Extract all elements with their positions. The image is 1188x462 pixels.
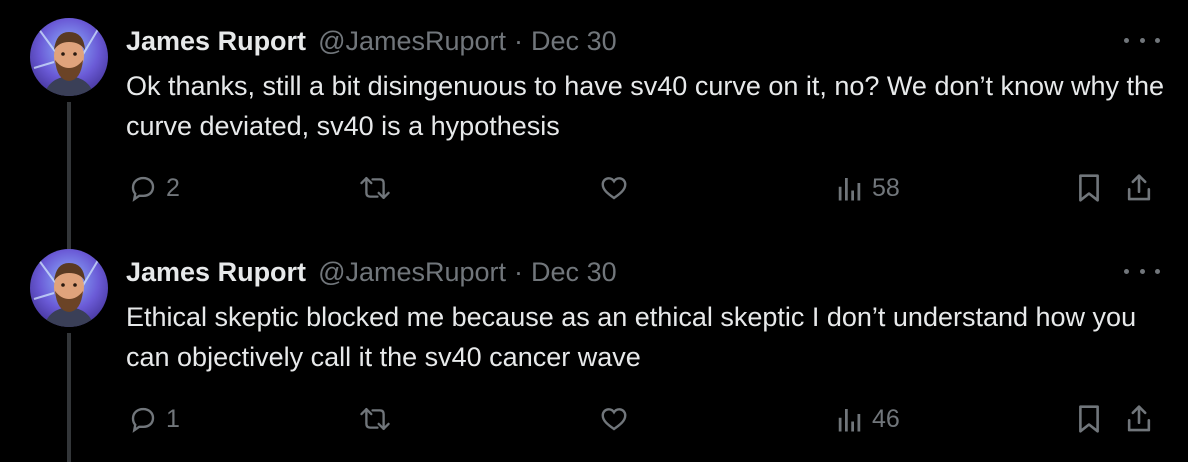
views-count: 46 (872, 404, 900, 433)
like-icon (601, 177, 627, 200)
thread-line (67, 102, 71, 231)
thread-line (67, 333, 71, 462)
action-bar: 2 58 (0, 168, 1188, 208)
separator: · (514, 256, 524, 287)
reply-count: 2 (166, 173, 180, 202)
tweet-text: Ethical skeptic blocked me because as an… (126, 302, 1137, 372)
like-button[interactable] (598, 168, 630, 208)
more-icon[interactable] (1124, 261, 1160, 281)
reply-icon (131, 407, 155, 433)
views-button[interactable]: 46 (836, 399, 900, 439)
tweet-header: James Ruport @JamesRuport · Dec 30 (126, 255, 617, 289)
bookmark-icon (1079, 174, 1099, 202)
bookmark-button[interactable] (1075, 399, 1103, 439)
avatar[interactable] (30, 249, 108, 327)
tweet[interactable]: James Ruport @JamesRuport · Dec 30 Ok th… (0, 0, 1188, 231)
views-icon (838, 178, 861, 201)
separator: · (514, 25, 524, 56)
tweet-header: James Ruport @JamesRuport · Dec 30 (126, 24, 617, 58)
more-icon[interactable] (1124, 30, 1160, 50)
retweet-button[interactable] (359, 168, 391, 208)
timestamp[interactable]: Dec 30 (531, 257, 617, 288)
thread-line (67, 231, 71, 251)
reply-button[interactable]: 2 (128, 168, 180, 208)
tweet-text: Ok thanks, still a bit disingenuous to h… (126, 71, 1165, 141)
avatar[interactable] (30, 18, 108, 96)
reply-icon (131, 176, 155, 202)
share-icon (1127, 405, 1151, 432)
retweet-button[interactable] (359, 399, 391, 439)
share-icon (1127, 174, 1151, 201)
views-icon (838, 409, 861, 432)
timestamp[interactable]: Dec 30 (531, 26, 617, 57)
author-handle[interactable]: @JamesRuport (318, 257, 506, 288)
retweet-icon (360, 176, 390, 200)
reply-count: 1 (166, 404, 180, 433)
share-button[interactable] (1124, 399, 1154, 439)
bookmark-icon (1079, 405, 1099, 433)
views-count: 58 (872, 173, 900, 202)
like-icon (601, 408, 627, 431)
bookmark-button[interactable] (1075, 168, 1103, 208)
share-button[interactable] (1124, 168, 1154, 208)
reply-button[interactable]: 1 (128, 399, 180, 439)
author-handle[interactable]: @JamesRuport (318, 26, 506, 57)
tweet[interactable]: James Ruport @JamesRuport · Dec 30 Ethic… (0, 231, 1188, 462)
author-name[interactable]: James Ruport (126, 257, 306, 288)
views-button[interactable]: 58 (836, 168, 900, 208)
like-button[interactable] (598, 399, 630, 439)
author-name[interactable]: James Ruport (126, 26, 306, 57)
action-bar: 1 46 (0, 399, 1188, 439)
retweet-icon (360, 407, 390, 431)
